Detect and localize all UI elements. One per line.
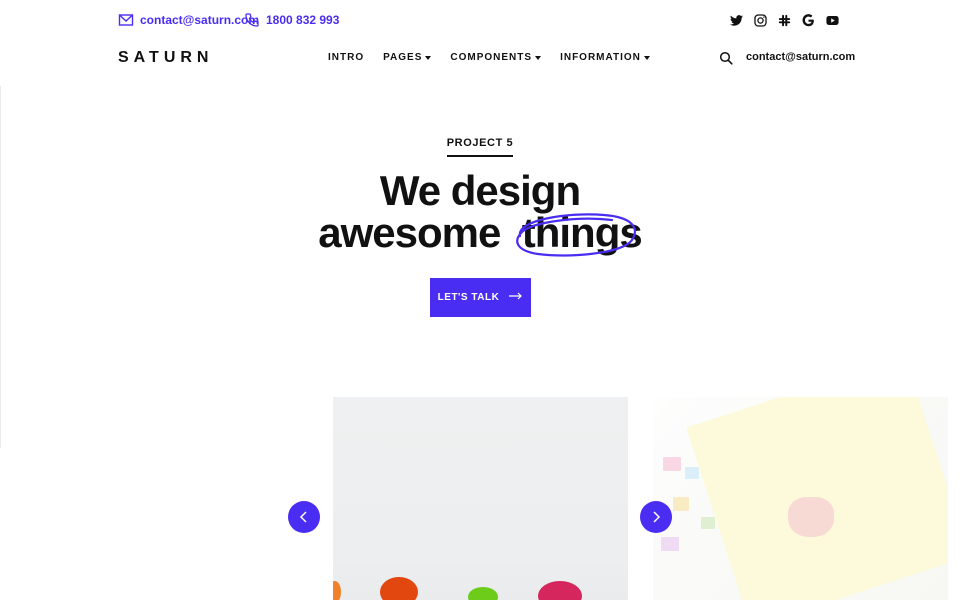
topbar-email-link[interactable]: contact@saturn.com bbox=[118, 12, 259, 28]
carousel-prev-button[interactable] bbox=[288, 501, 320, 533]
topbar-phone-text: 1800 832 993 bbox=[266, 13, 340, 27]
search-icon[interactable] bbox=[719, 51, 733, 65]
slack-icon[interactable] bbox=[776, 12, 792, 28]
caret-down-icon bbox=[535, 55, 542, 60]
gallery-slide-image[interactable] bbox=[333, 397, 628, 600]
nav-item-label: PAGES bbox=[383, 52, 423, 63]
youtube-icon[interactable] bbox=[824, 12, 840, 28]
caret-down-icon bbox=[425, 55, 432, 60]
brand-logo[interactable]: SATURN bbox=[118, 49, 213, 67]
nav-item-label: COMPONENTS bbox=[450, 52, 533, 63]
nav-item-components[interactable]: COMPONENTS bbox=[450, 52, 542, 63]
hero-headline: We design awesome things bbox=[0, 170, 960, 257]
flower-image bbox=[468, 587, 498, 600]
phone-icon bbox=[244, 12, 260, 28]
nav-item-label: INTRO bbox=[328, 52, 365, 63]
flower-image bbox=[333, 581, 341, 600]
gallery-slide-image[interactable] bbox=[653, 397, 948, 600]
hero-eyebrow: PROJECT 5 bbox=[0, 133, 960, 157]
flower-image bbox=[538, 581, 582, 600]
project-label: PROJECT 5 bbox=[446, 137, 514, 157]
twitter-icon[interactable] bbox=[728, 12, 744, 28]
arrow-right-icon bbox=[509, 292, 523, 303]
slide-overlay bbox=[653, 397, 948, 600]
main-menu: INTRO PAGES COMPONENTS INFORMATION bbox=[328, 52, 650, 63]
nav-item-pages[interactable]: PAGES bbox=[383, 52, 432, 63]
nav-item-label: INFORMATION bbox=[560, 52, 641, 63]
chevron-left-icon bbox=[299, 511, 307, 523]
social-links bbox=[728, 12, 840, 28]
nav-item-intro[interactable]: INTRO bbox=[328, 52, 364, 63]
navbar-email-link[interactable]: contact@saturn.com bbox=[746, 51, 855, 63]
cta-label: LET'S TALK bbox=[437, 292, 500, 303]
headline-highlight: things bbox=[516, 212, 643, 257]
flower-image bbox=[380, 577, 418, 600]
topbar-email-text: contact@saturn.com bbox=[140, 13, 260, 27]
headline-word: awesome bbox=[318, 209, 501, 256]
nav-item-information[interactable]: INFORMATION bbox=[560, 52, 650, 63]
topbar-phone-link[interactable]: 1800 832 993 bbox=[244, 12, 339, 28]
lets-talk-button[interactable]: LET'S TALK bbox=[430, 278, 531, 317]
google-icon[interactable] bbox=[800, 12, 816, 28]
carousel-next-button[interactable] bbox=[640, 501, 672, 533]
headline-line-2: awesome things bbox=[0, 209, 960, 257]
scribble-circle-icon bbox=[516, 213, 636, 257]
caret-down-icon bbox=[643, 55, 650, 60]
chevron-right-icon bbox=[653, 511, 661, 523]
main-navbar: SATURN INTRO PAGES COMPONENTS INFORMATIO… bbox=[0, 40, 960, 86]
instagram-icon[interactable] bbox=[752, 12, 768, 28]
mail-icon bbox=[118, 12, 134, 28]
top-bar: contact@saturn.com 1800 832 993 bbox=[0, 0, 960, 40]
